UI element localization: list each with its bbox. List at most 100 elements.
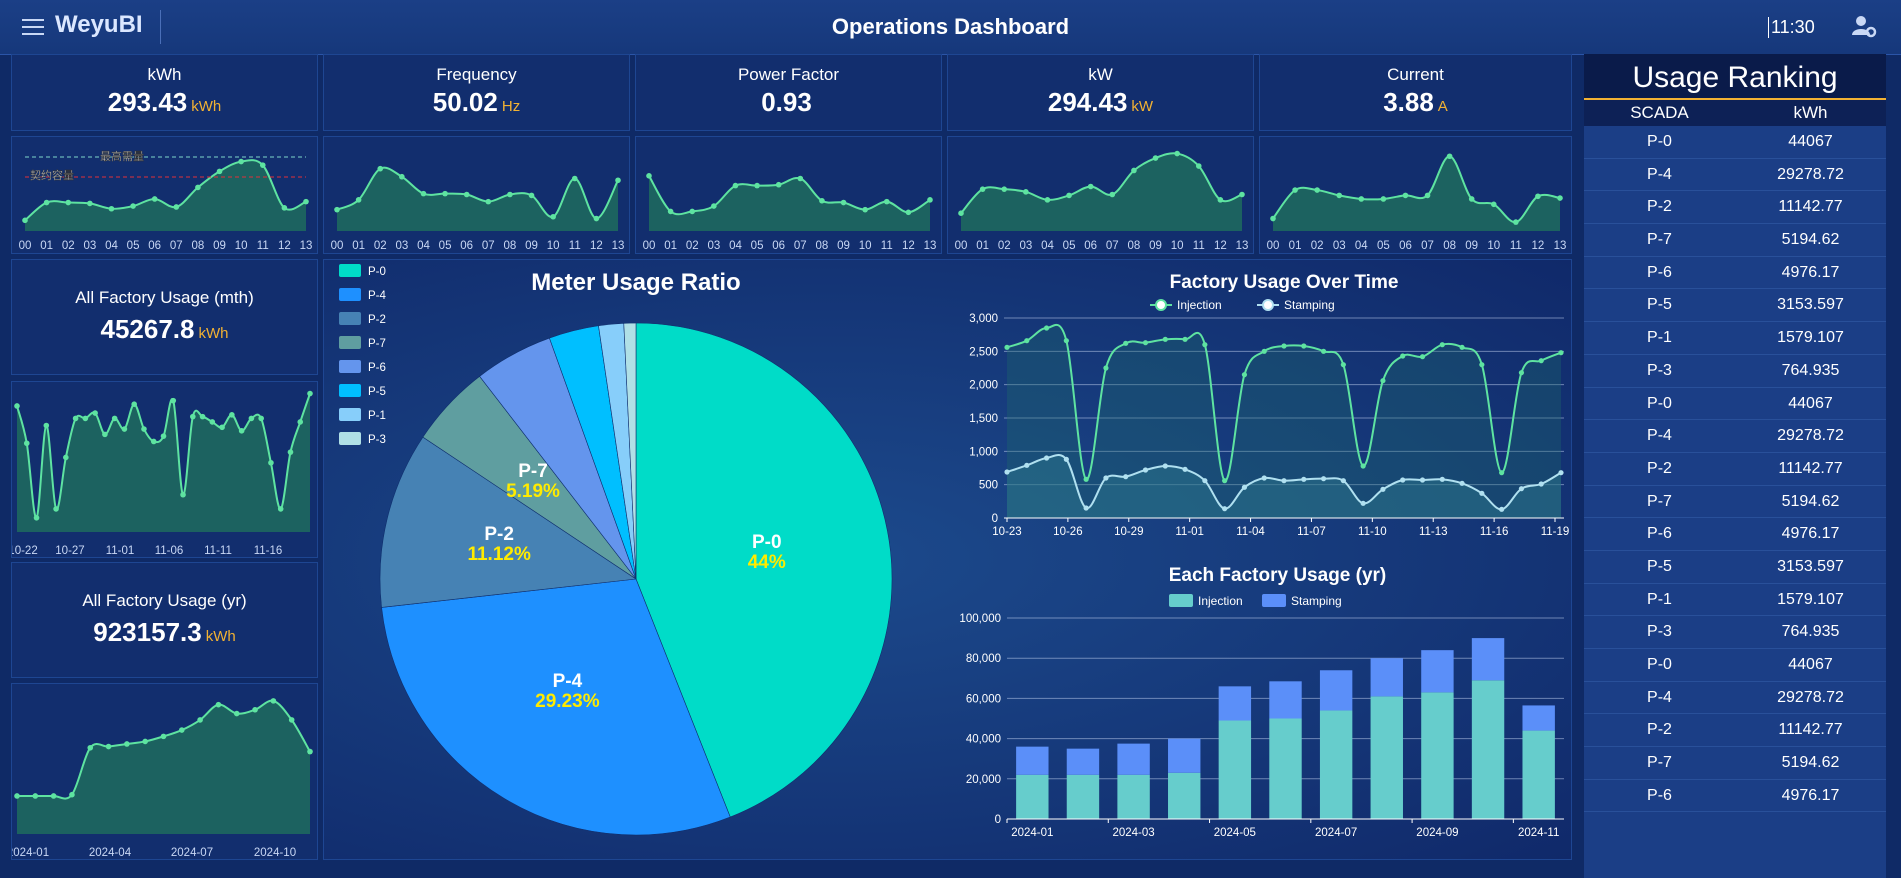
data-point — [277, 506, 284, 512]
legend-label: P-2 — [368, 314, 386, 326]
x-tick-label: 09 — [837, 240, 850, 252]
ranking-cell-kwh: 29278.72 — [1777, 165, 1844, 183]
ranking-row[interactable]: P-5 3153.597 — [1584, 289, 1886, 323]
data-point — [442, 190, 448, 197]
kpi-current: Current 3.88 A — [1259, 54, 1572, 131]
data-point — [1360, 500, 1366, 506]
brand-logo[interactable]: WeyuBI — [55, 11, 143, 39]
pie-slice-percent: 29.23% — [535, 691, 600, 712]
bar-injection — [1421, 692, 1454, 819]
ranking-row[interactable]: P-3 764.935 — [1584, 616, 1886, 649]
data-point — [150, 438, 157, 445]
x-tick-label: 05 — [127, 240, 140, 252]
x-tick-label: 06 — [1399, 240, 1412, 252]
x-tick-label: 02 — [1311, 240, 1324, 252]
bar-injection — [1319, 710, 1353, 819]
data-point — [72, 415, 79, 422]
legend-swatch — [339, 360, 361, 373]
x-tick-label: 08 — [192, 240, 205, 252]
ranking-cell-kwh: 4976.17 — [1781, 525, 1840, 543]
ranking-cell-scada: P-3 — [1647, 361, 1672, 379]
ranking-row[interactable]: P-2 11142.77 — [1584, 191, 1886, 225]
data-point — [1152, 155, 1159, 161]
ranking-row[interactable]: P-7 5194.62 — [1584, 224, 1886, 257]
data-point — [22, 217, 28, 224]
ranking-cell-scada: P-6 — [1647, 525, 1672, 543]
data-point — [1241, 484, 1248, 490]
max-demand-label: 最高需量 — [100, 149, 144, 163]
data-point — [1459, 344, 1465, 350]
x-tick-label: 13 — [612, 240, 625, 252]
ranking-cell-kwh: 3153.597 — [1777, 296, 1844, 314]
hamburger-icon[interactable] — [22, 19, 44, 35]
ranking-row[interactable]: P-3 764.935 — [1584, 355, 1886, 388]
ranking-cell-kwh: 44067 — [1788, 656, 1833, 673]
data-point — [1131, 167, 1137, 174]
ranking-col-kwh[interactable]: kWh — [1735, 100, 1886, 126]
yearly-usage-label: All Factory Usage (yr) — [82, 591, 247, 610]
ranking-row[interactable]: P-0 44067 — [1584, 388, 1886, 421]
ranking-row[interactable]: P-6 4976.17 — [1584, 518, 1886, 551]
data-point — [53, 506, 59, 512]
legend-label: Stamping — [1284, 298, 1335, 312]
y-tick-label: 20,000 — [966, 774, 1001, 786]
clock: 11:30 — [1768, 17, 1815, 38]
line-chart-title: Factory Usage Over Time — [1170, 272, 1399, 293]
data-point — [130, 203, 136, 209]
data-point — [69, 791, 75, 798]
kpi-kwh: kWh 293.43 kWh — [11, 54, 318, 131]
yearly-usage-unit: kWh — [205, 628, 236, 645]
x-tick-label: 04 — [105, 240, 118, 252]
area-fill — [17, 393, 310, 532]
legend-marker — [1262, 299, 1274, 311]
pie-slice-name: P-2 — [484, 524, 514, 545]
ranking-row[interactable]: P-1 1579.107 — [1584, 322, 1886, 355]
data-point — [1336, 192, 1343, 199]
ranking-row[interactable]: P-0 44067 — [1584, 126, 1886, 159]
ranking-row[interactable]: P-7 5194.62 — [1584, 486, 1886, 519]
x-tick-label: 04 — [729, 240, 742, 252]
data-point — [14, 403, 20, 409]
ranking-row[interactable]: P-0 44067 — [1584, 649, 1886, 682]
data-point — [646, 173, 652, 179]
contract-capacity-label: 契约容量 — [30, 168, 74, 182]
main-charts-panel: Meter Usage Ratio P-0 44% P-4 29.23% P-2 11.12… — [323, 259, 1572, 860]
ranking-row[interactable]: P-7 5194.62 — [1584, 747, 1886, 780]
ranking-col-scada[interactable]: SCADA — [1584, 100, 1735, 126]
data-point — [87, 744, 94, 751]
ranking-row[interactable]: P-4 29278.72 — [1584, 159, 1886, 192]
ranking-row[interactable]: P-4 29278.72 — [1584, 682, 1886, 715]
ranking-row[interactable]: P-4 29278.72 — [1584, 420, 1886, 453]
x-tick-label: 10-29 — [1114, 526, 1143, 538]
x-tick-label: 2024-07 — [171, 847, 213, 859]
kpi-unit: kWh — [191, 98, 222, 115]
data-point — [1439, 476, 1445, 482]
data-point — [1513, 219, 1519, 225]
x-tick-label: 00 — [955, 240, 968, 252]
data-point — [1402, 192, 1409, 199]
ranking-row[interactable]: P-6 4976.17 — [1584, 780, 1886, 813]
ranking-row[interactable]: P-6 4976.17 — [1584, 257, 1886, 290]
x-tick-label: 2024-04 — [89, 847, 132, 859]
ranking-row[interactable]: P-5 3153.597 — [1584, 551, 1886, 584]
ranking-cell-kwh: 29278.72 — [1777, 427, 1844, 445]
ranking-row[interactable]: P-2 11142.77 — [1584, 714, 1886, 748]
data-point — [160, 433, 167, 439]
data-point — [281, 205, 288, 211]
ranking-row[interactable]: P-1 1579.107 — [1584, 584, 1886, 617]
data-point — [1142, 467, 1149, 473]
ranking-row[interactable]: P-2 11142.77 — [1584, 453, 1886, 486]
data-point — [667, 208, 674, 215]
data-point — [268, 459, 274, 466]
data-point — [862, 206, 868, 213]
user-settings-icon[interactable] — [1851, 13, 1877, 39]
data-point — [1083, 505, 1089, 511]
legend-swatch — [339, 264, 361, 277]
x-tick-label: 01 — [352, 240, 365, 252]
x-tick-label: 02 — [686, 240, 699, 252]
data-point — [1123, 474, 1129, 480]
data-point — [1459, 480, 1465, 486]
factory-usage-line-chart: Factory Usage Over Time Injection Stamping… — [969, 272, 1569, 538]
data-point — [1558, 350, 1564, 356]
legend-swatch — [339, 432, 361, 445]
